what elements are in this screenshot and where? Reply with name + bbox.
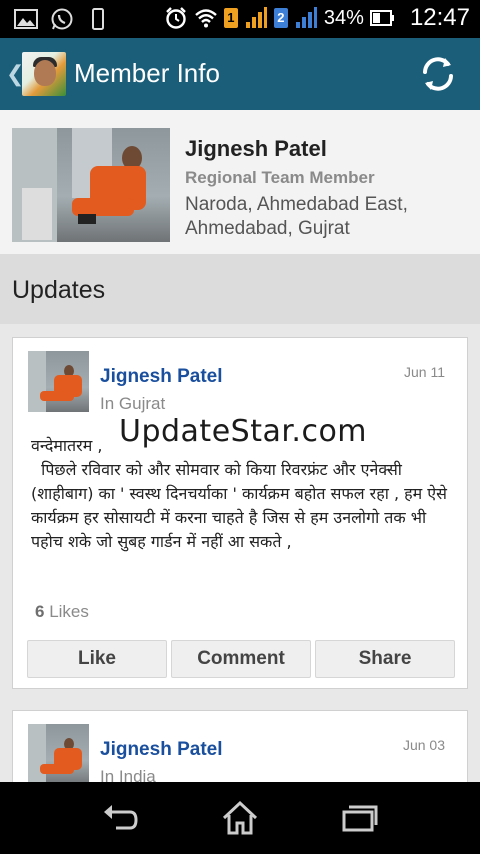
likes-label: Likes — [49, 602, 89, 621]
signal-icon — [244, 6, 268, 30]
post-date: Jun 03 — [402, 737, 445, 753]
action-bar: ❮ Member Info — [0, 38, 480, 110]
post-author[interactable]: Jignesh Patel — [100, 366, 223, 388]
wifi-icon — [194, 6, 218, 30]
sim1-badge: 1 — [223, 8, 238, 28]
watermark: UpdateStar.com — [119, 414, 368, 449]
back-button[interactable] — [100, 800, 140, 836]
profile-header: Jignesh Patel Regional Team Member Narod… — [0, 110, 480, 254]
likes-count[interactable]: 6 Likes — [35, 602, 89, 622]
updates-section-header: Updates — [0, 254, 480, 324]
refresh-icon — [423, 57, 453, 91]
gallery-icon — [14, 7, 38, 31]
page-title: Member Info — [74, 58, 220, 88]
clock-time: 12:47 — [409, 4, 470, 31]
updates-heading: Updates — [12, 276, 106, 304]
share-button[interactable]: Share — [315, 640, 455, 678]
phone-device-icon — [86, 7, 110, 31]
battery-icon — [369, 6, 394, 30]
recent-apps-icon — [342, 805, 378, 832]
refresh-button[interactable] — [418, 54, 458, 94]
post-body: वन्देमातरम , पिछले रविवार को और सोमवार क… — [31, 436, 447, 551]
back-icon — [104, 805, 138, 830]
app-avatar[interactable] — [22, 52, 66, 96]
post-location: In Gujrat — [100, 394, 166, 413]
recent-apps-button[interactable] — [340, 800, 380, 836]
alarm-clock-icon — [164, 6, 188, 30]
post-author[interactable]: Jignesh Patel — [100, 739, 223, 761]
signal-icon — [294, 6, 318, 30]
profile-role: Regional Team Member — [185, 168, 375, 187]
home-icon — [222, 800, 258, 835]
post-actions: Like Comment Share — [27, 640, 455, 678]
battery-percent: 34% — [323, 6, 364, 29]
post-date: Jun 11 — [404, 364, 445, 380]
profile-name: Jignesh Patel — [185, 136, 327, 161]
update-card[interactable]: Jignesh Patel In Gujrat Jun 11 वन्देमातर… — [12, 337, 468, 689]
home-button[interactable] — [220, 800, 260, 836]
profile-location: Naroda, Ahmedabad East, Ahmedabad, Gujra… — [185, 194, 408, 239]
author-avatar[interactable] — [28, 724, 89, 785]
author-avatar[interactable] — [28, 351, 89, 412]
comment-button[interactable]: Comment — [171, 640, 311, 678]
navigation-bar — [0, 782, 480, 854]
like-button[interactable]: Like — [27, 640, 167, 678]
profile-photo — [12, 128, 170, 242]
whatsapp-icon — [50, 7, 74, 31]
likes-number: 6 — [35, 602, 45, 621]
sim2-badge: 2 — [273, 8, 288, 28]
status-bar: 1 2 34% 12:47 — [0, 0, 480, 38]
